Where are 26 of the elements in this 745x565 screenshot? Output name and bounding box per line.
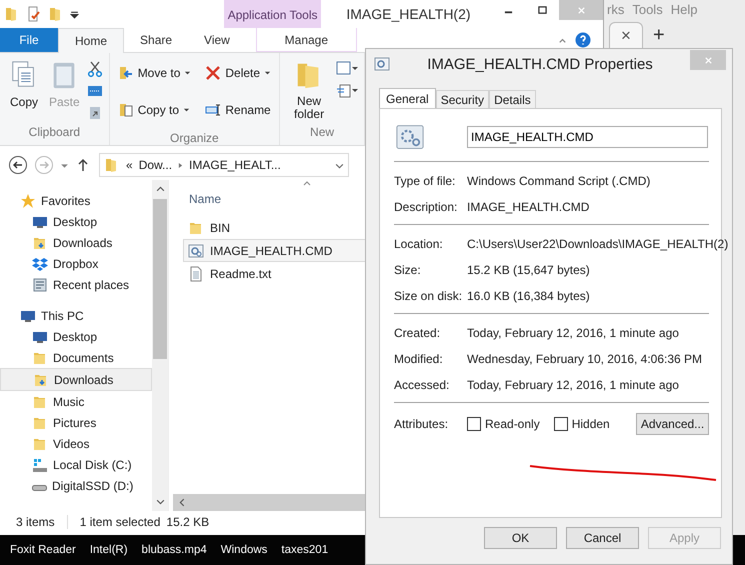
property-label: Size: — [394, 263, 422, 277]
group-label: Organize — [170, 131, 219, 145]
property-value: Windows Command Script (.CMD) — [467, 174, 650, 188]
property-label: Created: — [394, 326, 442, 340]
property-value: Today, February 12, 2016, 1 minute ago — [467, 326, 679, 340]
group-label: New — [310, 125, 334, 139]
dialog-title: IMAGE_HEALTH.CMD Properties — [426, 56, 654, 72]
group-label: Clipboard — [28, 125, 80, 139]
property-value: C:\Users\User22\Downloads\IMAGE_HEALTH(2) — [467, 237, 728, 251]
property-label: Size on disk: — [394, 289, 464, 303]
window-title: IMAGE_HEALTH(2) — [346, 6, 472, 22]
selection-size: 15.2 KB — [166, 515, 210, 529]
property-value: 15.2 KB (15,647 bytes) — [467, 263, 590, 277]
property-value: Wednesday, February 10, 2016, 4:06:36 PM — [467, 352, 702, 366]
item-count: 3 items — [16, 515, 55, 529]
property-value: 16.0 KB (16,384 bytes) — [467, 289, 590, 303]
property-label: Modified: — [394, 352, 444, 366]
selection-info: 1 item selected — [80, 515, 160, 529]
property-label: Type of file: — [394, 174, 456, 188]
property-value: IMAGE_HEALTH.CMD — [467, 200, 590, 214]
context-tab-group: Application Tools — [224, 0, 322, 28]
property-label: Accessed: — [394, 378, 450, 392]
property-label: Description: — [394, 200, 458, 214]
property-label: Attributes: — [394, 417, 450, 431]
property-label: Location: — [394, 237, 444, 251]
property-value: Today, February 12, 2016, 1 minute ago — [467, 378, 679, 392]
